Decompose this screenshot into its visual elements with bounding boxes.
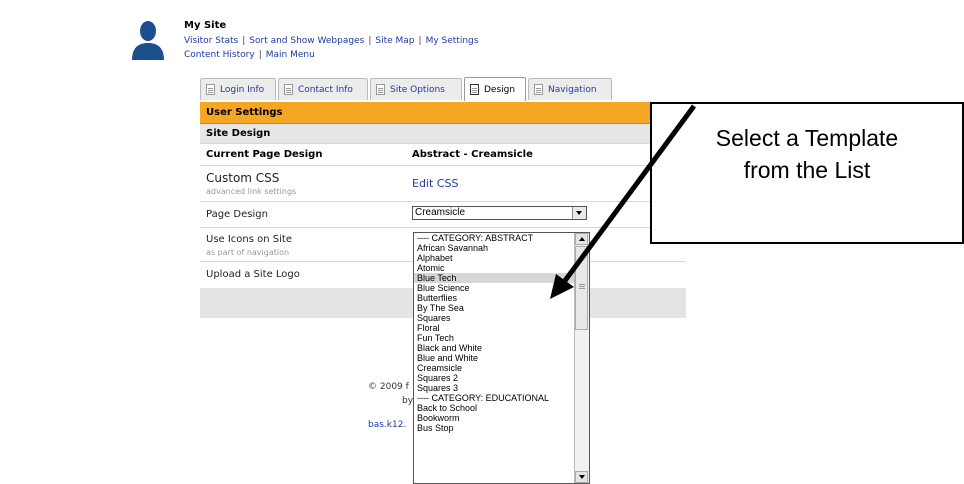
pointer-arrow-icon [550, 104, 697, 299]
